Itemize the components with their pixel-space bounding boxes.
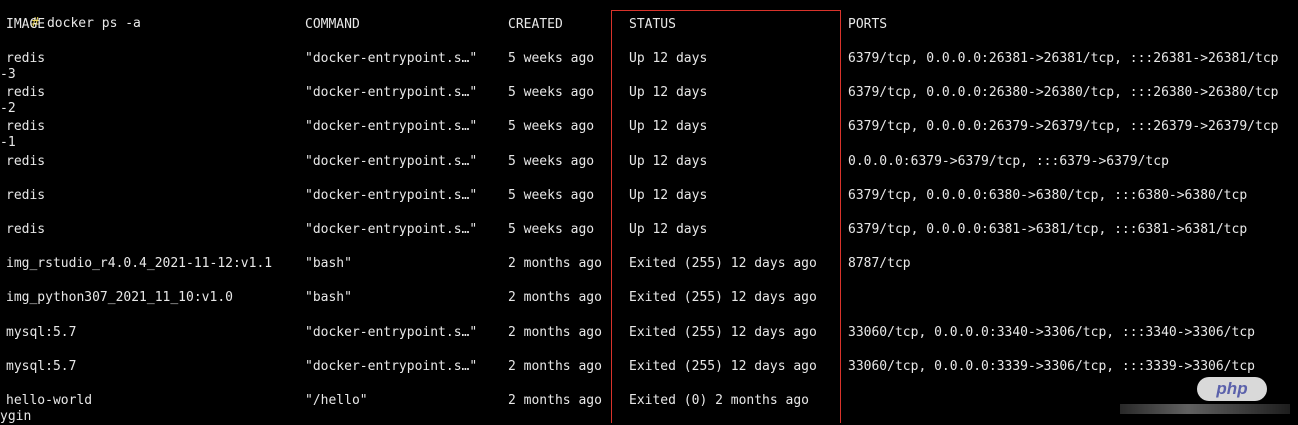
- cell-command: "/hello": [305, 393, 368, 408]
- cell-ports: 6379/tcp, 0.0.0.0:26381->26381/tcp, :::2…: [848, 51, 1279, 66]
- cell-created: 5 weeks ago: [508, 85, 595, 100]
- cell-ports: 6379/tcp, 0.0.0.0:26380->26380/tcp, :::2…: [848, 85, 1279, 100]
- command-line: # docker ps -a: [0, 0, 141, 31]
- cell-image: hello-world: [6, 393, 93, 408]
- cell-created: 5 weeks ago: [508, 51, 595, 66]
- cell-command: "bash": [305, 256, 352, 271]
- cell-image: img_python307_2021_11_10:v1.0: [6, 290, 233, 305]
- cell-image: redis: [6, 222, 46, 237]
- cell-image: redis: [6, 85, 46, 100]
- cell-command: "docker-entrypoint.s…": [305, 154, 478, 169]
- cell-status: Exited (255) 12 days ago: [629, 359, 817, 374]
- cell-ports: 6379/tcp, 0.0.0.0:6381->6381/tcp, :::638…: [848, 222, 1248, 237]
- cell-status: Up 12 days: [629, 154, 708, 169]
- cell-command: "docker-entrypoint.s…": [305, 188, 478, 203]
- header-status: STATUS: [629, 17, 676, 32]
- header-image: IMAGE: [6, 17, 46, 32]
- cell-image: redis: [6, 119, 46, 134]
- cell-created: 5 weeks ago: [508, 119, 595, 134]
- cell-created: 2 months ago: [508, 325, 602, 340]
- cell-image: redis: [6, 51, 46, 66]
- wrapped-line-fragment: -3: [0, 67, 16, 82]
- cell-created: 2 months ago: [508, 359, 602, 374]
- cell-created: 2 months ago: [508, 256, 602, 271]
- cell-command: "docker-entrypoint.s…": [305, 85, 478, 100]
- blurred-text: [1120, 404, 1290, 414]
- cell-command: "docker-entrypoint.s…": [305, 119, 478, 134]
- cell-command: "docker-entrypoint.s…": [305, 51, 478, 66]
- command-text: docker ps -a: [39, 16, 141, 31]
- cell-status: Exited (255) 12 days ago: [629, 325, 817, 340]
- wrapped-line-fragment: -2: [0, 101, 16, 116]
- cell-created: 5 weeks ago: [508, 188, 595, 203]
- cell-status: Up 12 days: [629, 119, 708, 134]
- cell-command: "bash": [305, 290, 352, 305]
- cell-image: img_rstudio_r4.0.4_2021-11-12:v1.1: [6, 256, 273, 271]
- cell-status: Up 12 days: [629, 222, 708, 237]
- cell-created: 5 weeks ago: [508, 154, 595, 169]
- cell-command: "docker-entrypoint.s…": [305, 325, 478, 340]
- cell-ports: 33060/tcp, 0.0.0.0:3340->3306/tcp, :::33…: [848, 325, 1255, 340]
- header-created: CREATED: [508, 17, 563, 32]
- cell-status: Exited (255) 12 days ago: [629, 290, 817, 305]
- cell-status: Exited (0) 2 months ago: [629, 393, 810, 408]
- wrapped-line-fragment: -1: [0, 135, 16, 150]
- cell-command: "docker-entrypoint.s…": [305, 222, 478, 237]
- cell-image: redis: [6, 154, 46, 169]
- cell-image: mysql:5.7: [6, 325, 77, 340]
- cell-created: 2 months ago: [508, 290, 602, 305]
- cell-status: Up 12 days: [629, 51, 708, 66]
- cell-created: 5 weeks ago: [508, 222, 595, 237]
- cell-ports: 33060/tcp, 0.0.0.0:3339->3306/tcp, :::33…: [848, 359, 1255, 374]
- cell-image: mysql:5.7: [6, 359, 77, 374]
- php-watermark-logo: php: [1197, 377, 1267, 401]
- cell-ports: 6379/tcp, 0.0.0.0:6380->6380/tcp, :::638…: [848, 188, 1248, 203]
- cell-command: "docker-entrypoint.s…": [305, 359, 478, 374]
- cell-image: redis: [6, 188, 46, 203]
- cell-ports: 6379/tcp, 0.0.0.0:26379->26379/tcp, :::2…: [848, 119, 1279, 134]
- header-ports: PORTS: [848, 17, 888, 32]
- header-command: COMMAND: [305, 17, 360, 32]
- cell-status: Exited (255) 12 days ago: [629, 256, 817, 271]
- terminal-window[interactable]: # docker ps -a IMAGE COMMAND CREATED STA…: [0, 0, 1298, 424]
- cell-status: Up 12 days: [629, 188, 708, 203]
- cell-status: Up 12 days: [629, 85, 708, 100]
- cell-ports: 8787/tcp: [848, 256, 911, 271]
- cell-ports: 0.0.0.0:6379->6379/tcp, :::6379->6379/tc…: [848, 154, 1169, 169]
- cell-created: 2 months ago: [508, 393, 602, 408]
